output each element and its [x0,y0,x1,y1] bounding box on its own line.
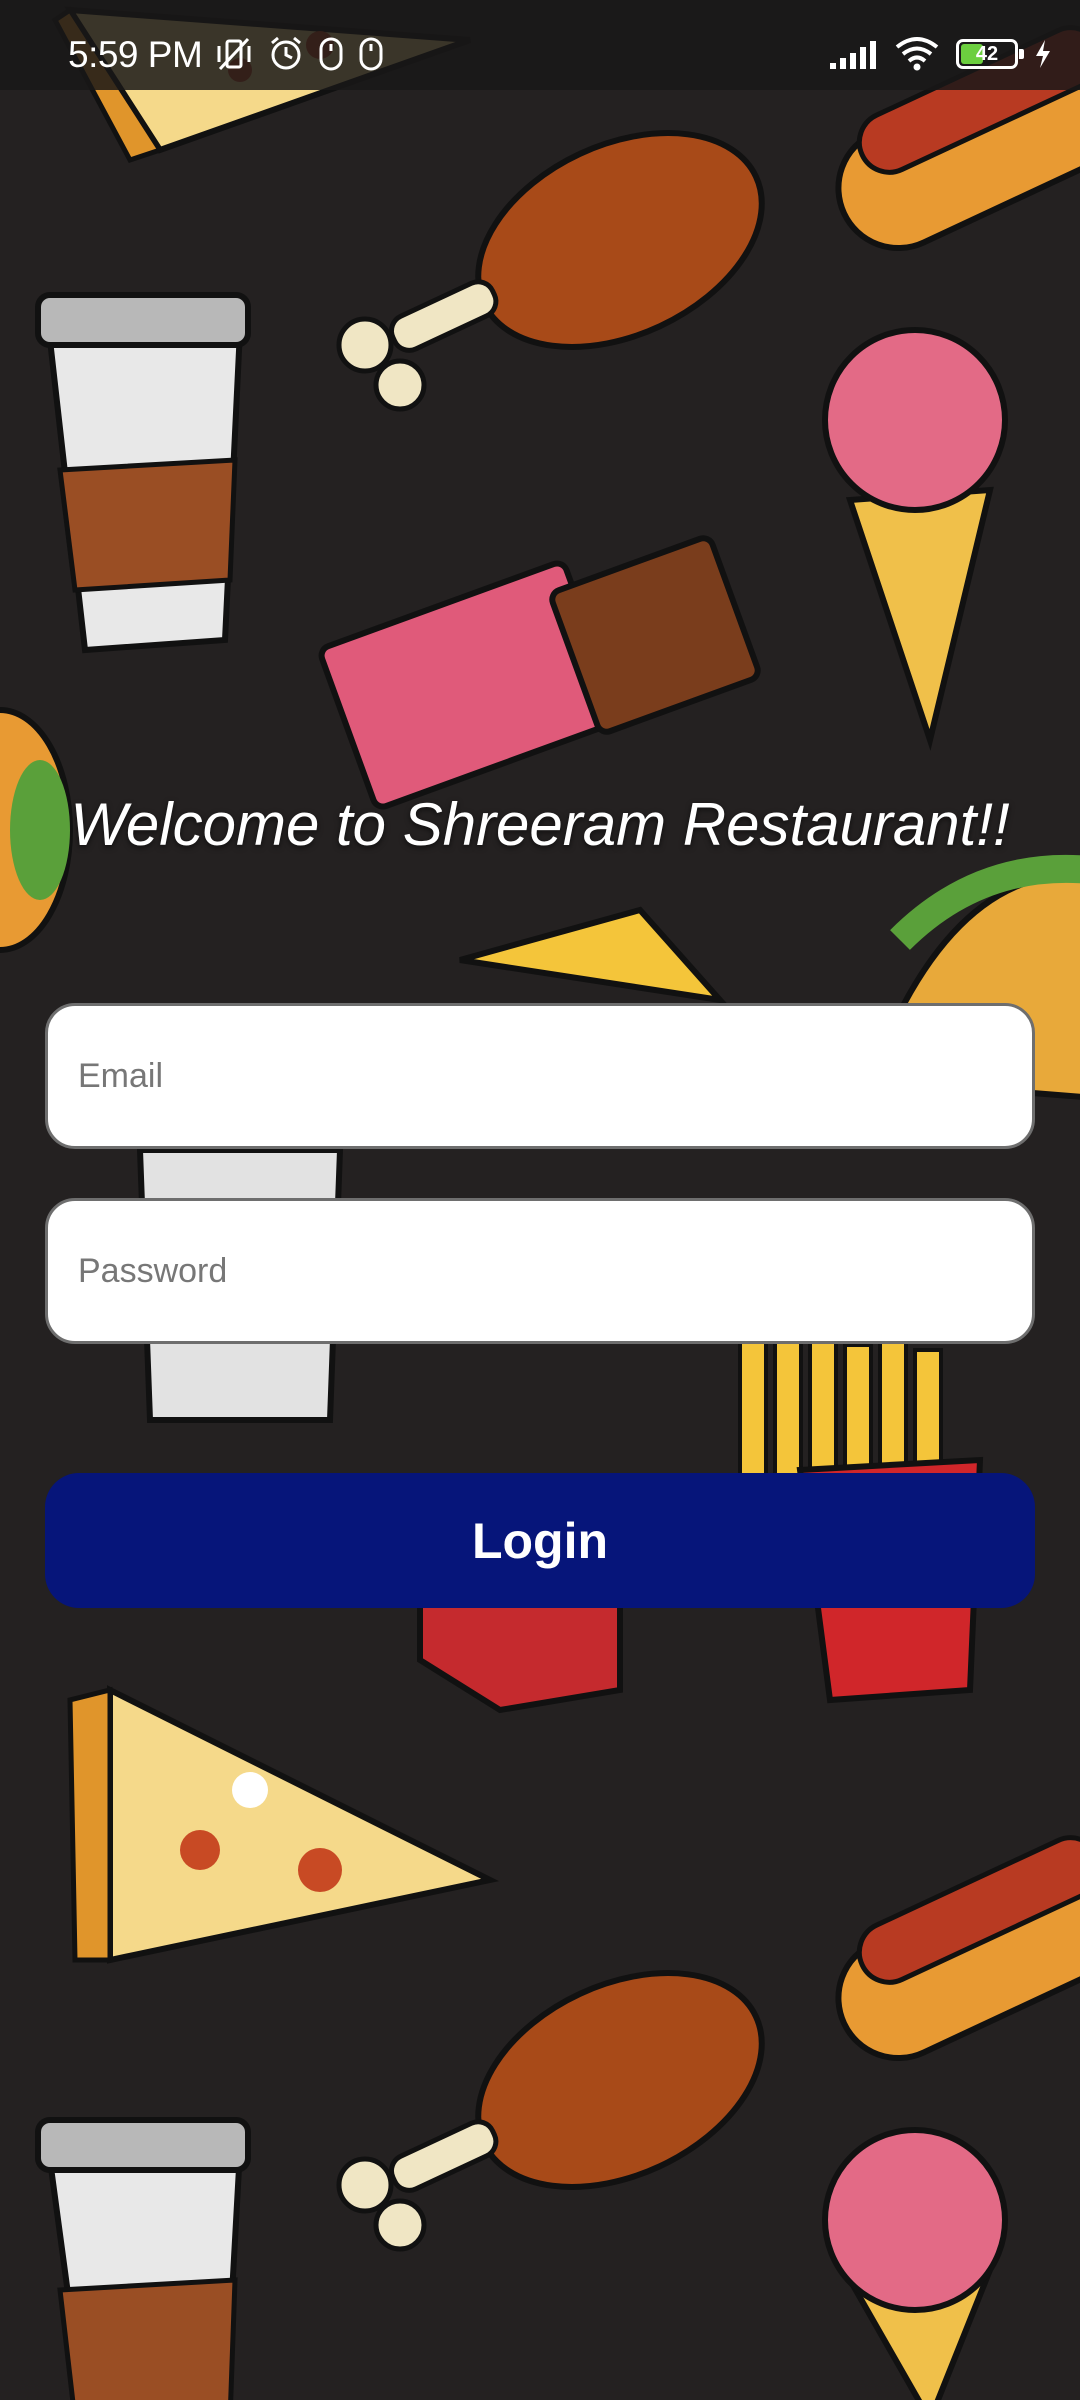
charging-icon [1036,40,1050,68]
status-time: 5:59 PM [68,34,203,75]
status-bar: 5:59 PM 42 [0,0,1080,90]
password-field[interactable] [48,1201,1032,1341]
mouse-icon [359,37,383,71]
notification-icons [214,36,384,72]
system-icons: 42 [830,36,1052,72]
wifi-icon [895,37,939,71]
mouse-icon [319,37,343,71]
coffee-cup-icon [35,2117,251,2400]
password-field-container[interactable] [45,1198,1035,1344]
vibrate-off-icon [217,37,251,71]
email-field[interactable] [48,1006,1032,1146]
battery-icon: 42 [956,39,1024,69]
login-button[interactable]: Login [45,1473,1035,1608]
welcome-title: Welcome to Shreeram Restaurant!! [70,791,1010,858]
email-field-container[interactable] [45,1003,1035,1149]
battery-level-text: 42 [975,42,999,65]
signal-icon [830,41,876,69]
alarm-icon [271,36,301,70]
